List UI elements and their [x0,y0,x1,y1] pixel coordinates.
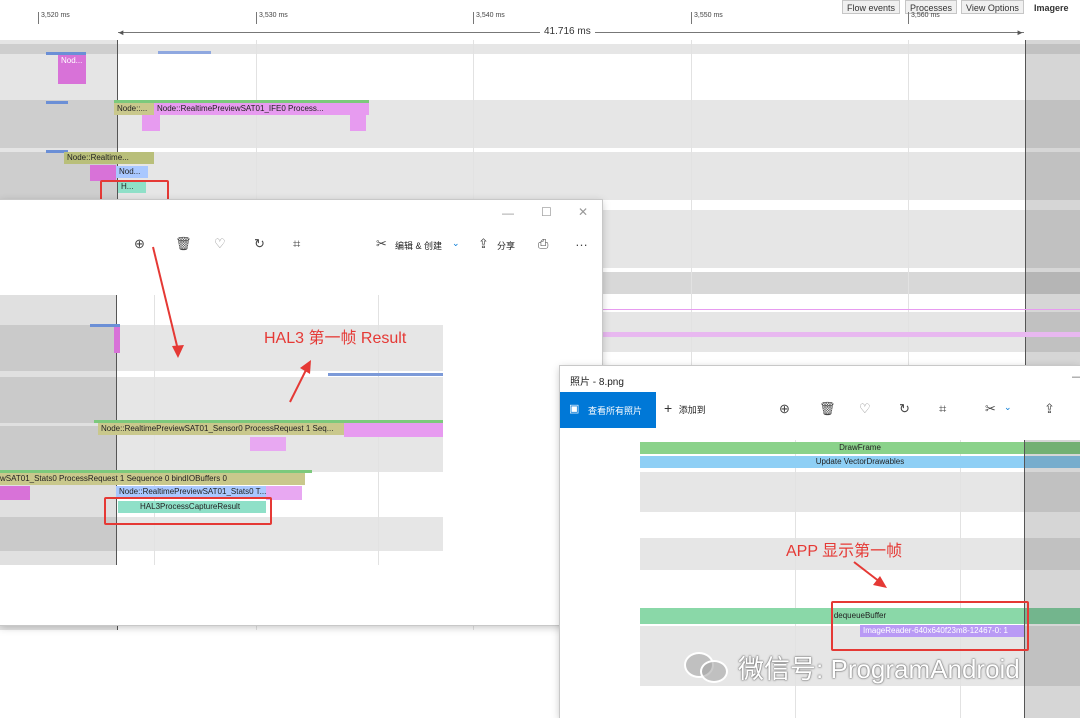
trace-bar[interactable] [142,115,160,131]
wechat-icon [684,650,728,683]
watermark: 微信号: ProgramAndroid [684,646,1064,686]
ruler-tick: 3,540 ms [473,12,505,24]
trace-bar[interactable] [350,115,366,131]
duration-label[interactable]: 41.716 ms [540,26,595,37]
trace-slice[interactable]: Node::... [114,103,154,115]
trace-bar[interactable] [58,66,86,84]
ruler-tick: 3,530 ms [256,12,288,24]
duration-right-arrow: ► [1016,28,1024,37]
bottom-divider [0,625,560,626]
photo-window-1: — ☐ ✕ ⊕ 🗑 ♡ ↻ ⌗ ✂ 编辑 & 创建 ⌄ ⇪ 分享 ⎙ … Nod… [0,200,602,625]
arrow-head [172,345,184,358]
trace-bar[interactable] [90,165,116,181]
ruler-tick: 3,560 ms [908,12,940,24]
annotation-arrows [152,246,311,403]
arrow-to-dequeue [853,561,881,583]
trace-bar[interactable] [158,51,211,54]
ruler-tick: 3,550 ms [691,12,723,24]
trace-bar[interactable] [603,332,1080,337]
view-options-button[interactable]: View Options [961,0,1024,14]
imagere-button[interactable]: Imagere [1029,0,1074,14]
arrow-to-hal3 [152,246,179,351]
arrow-to-result [289,367,308,403]
ruler-tick: 3,520 ms [38,12,70,24]
trace-bar[interactable] [603,309,1080,310]
trace-slice[interactable]: Node::RealtimePreviewSAT01_IFE0 Process.… [154,103,369,115]
duration-left-arrow: ◄ [117,28,125,37]
flow-events-button[interactable]: Flow events [842,0,901,14]
trace-slice[interactable]: Node::Realtime... [64,152,154,164]
trace-slice[interactable]: Nod... [116,166,148,178]
trace-bar[interactable] [46,101,68,104]
watermark-text: 微信号: ProgramAndroid [738,654,1020,684]
